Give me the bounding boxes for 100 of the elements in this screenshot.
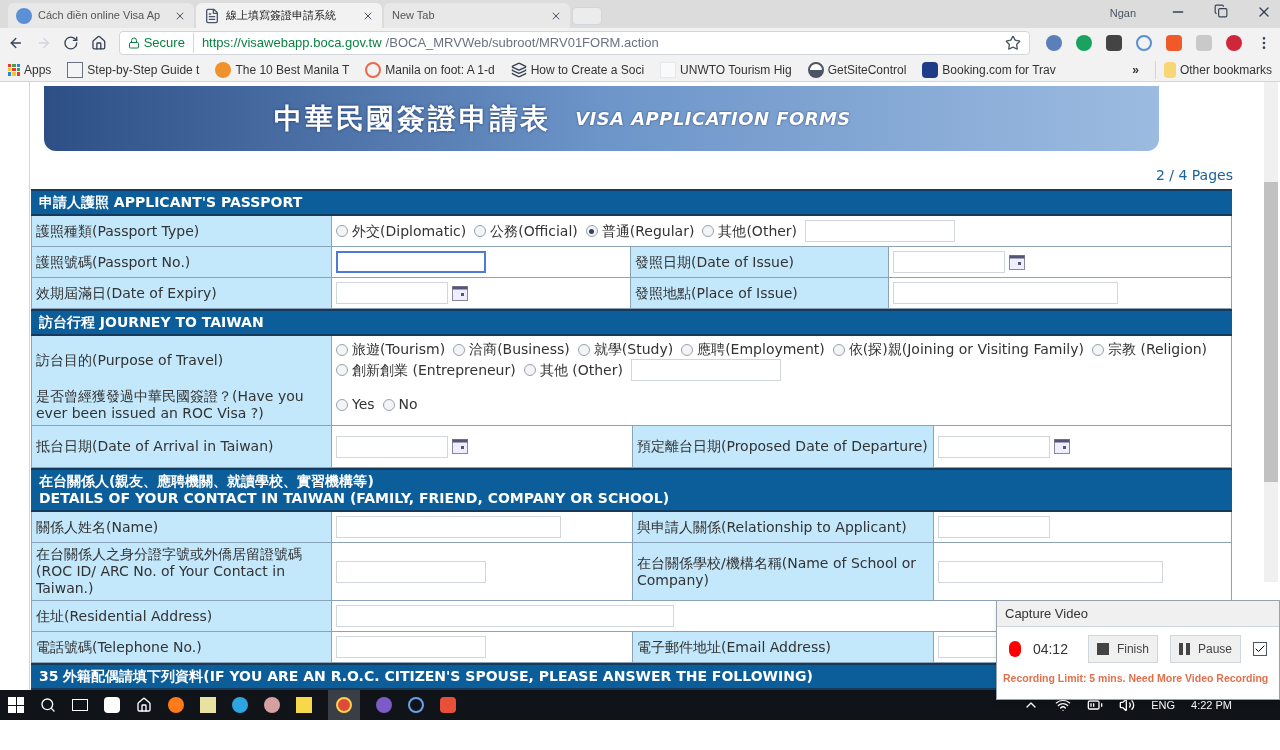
- secure-label: Secure: [143, 33, 194, 53]
- calendar-icon[interactable]: [1009, 254, 1025, 270]
- radio-button[interactable]: [453, 343, 466, 356]
- bookmark-item[interactable]: GetSiteControl: [807, 60, 907, 79]
- browser-tab[interactable]: 線上填寫簽證申請系統: [196, 3, 382, 28]
- clock[interactable]: 4:22 PM: [1191, 696, 1232, 714]
- extension-icon[interactable]: [1226, 35, 1242, 51]
- bookmark-item[interactable]: UNWTO Tourism Hig: [660, 60, 792, 79]
- radio-option[interactable]: 其他 (Other): [523, 360, 623, 380]
- extension-icon[interactable]: [1166, 35, 1182, 51]
- input-field[interactable]: [336, 251, 486, 273]
- volume-icon[interactable]: [1119, 697, 1136, 713]
- page-indicator: 2 / 4 Pages: [1155, 166, 1233, 185]
- radio-option[interactable]: 普通(Regular): [585, 221, 695, 241]
- pause-button[interactable]: Pause: [1169, 635, 1241, 663]
- radio-button[interactable]: [474, 225, 487, 237]
- calendar-icon[interactable]: [452, 439, 468, 454]
- bookmark-item[interactable]: Booking.com for Trav: [922, 60, 1056, 79]
- radio-option[interactable]: No: [382, 395, 418, 414]
- checkbox[interactable]: [1253, 642, 1267, 656]
- app-icon[interactable]: [440, 697, 456, 713]
- radio-button[interactable]: [577, 343, 590, 356]
- wifi-icon[interactable]: [1055, 697, 1072, 713]
- task-view-icon[interactable]: [72, 699, 88, 711]
- back-icon[interactable]: [8, 35, 24, 51]
- radio-button[interactable]: [681, 343, 694, 356]
- language-indicator[interactable]: ENG: [1151, 696, 1176, 714]
- radio-button[interactable]: [382, 398, 395, 411]
- app-icon[interactable]: [328, 690, 360, 720]
- radio-option[interactable]: 依(探)親(Joining or Visiting Family): [832, 340, 1084, 359]
- radio-button[interactable]: [1091, 343, 1104, 356]
- profile-name[interactable]: Ngan: [1109, 5, 1136, 22]
- calendar-icon[interactable]: [1054, 439, 1070, 454]
- bookmark-item[interactable]: The 10 Best Manila T: [215, 60, 350, 79]
- radio-option[interactable]: Yes: [336, 395, 375, 414]
- search-icon[interactable]: [40, 697, 56, 713]
- radio-button[interactable]: [336, 343, 348, 356]
- field-label: 發照地點(Place of Issue): [631, 278, 889, 309]
- app-icon[interactable]: [168, 697, 184, 713]
- field-label: 效期屆滿日(Date of Expiry): [32, 278, 332, 309]
- folder-icon: [1163, 61, 1176, 78]
- radio-button[interactable]: [702, 225, 715, 237]
- bookmark-item[interactable]: Manila on foot: A 1-d: [365, 60, 495, 79]
- radio-button[interactable]: [832, 343, 845, 356]
- browser-tab[interactable]: Cách điền online Visa Ap: [8, 3, 194, 28]
- bookmark-item[interactable]: How to Create a Soci: [510, 60, 645, 79]
- recording-time: 04:12: [1032, 639, 1068, 659]
- home-icon[interactable]: [91, 35, 107, 51]
- restore-icon[interactable]: [1214, 4, 1228, 18]
- app-icon[interactable]: [376, 697, 392, 713]
- windows-logo-icon[interactable]: [8, 697, 24, 713]
- scrollbar[interactable]: [1264, 82, 1278, 582]
- section-header: 在台關係人(親友、應聘機關、就讀學校、實習機構等) DETAILS OF YOUR CONTACT IN TAIWAN (FAMILY, FRIEND, COMPANY OR SCHOOL): [31, 468, 1232, 512]
- url-host: https://visawebapp.boca.gov.tw: [200, 34, 382, 53]
- field-label: 抵台日期(Date of Arrival in Taiwan): [32, 426, 332, 468]
- bookmark-folder[interactable]: Other bookmarks: [1154, 60, 1272, 79]
- extension-icon[interactable]: [1136, 35, 1152, 51]
- app-icon[interactable]: [104, 697, 120, 713]
- field-label: 護照號碼(Passport No.): [32, 247, 332, 278]
- radio-option[interactable]: 旅遊(Tourism): [336, 340, 446, 359]
- radio-button[interactable]: [523, 364, 536, 376]
- battery-icon[interactable]: [1087, 697, 1104, 713]
- section-header: 訪台行程 JOURNEY TO TAIWAN: [31, 309, 1232, 336]
- radio-option[interactable]: 其他(Other): [702, 221, 798, 241]
- reload-icon[interactable]: [63, 35, 79, 51]
- section-header: 申請人護照 APPLICANT'S PASSPORT: [31, 189, 1232, 216]
- favicon-icon: [215, 61, 232, 78]
- site-favicon-icon: [16, 7, 32, 24]
- radio-option[interactable]: 創新創業 (Entrepreneur): [336, 360, 516, 380]
- app-icon[interactable]: [232, 697, 248, 713]
- extension-icon[interactable]: [1046, 35, 1062, 51]
- extension-icon[interactable]: [1076, 35, 1092, 51]
- radio-option[interactable]: 應聘(Employment): [681, 340, 825, 359]
- radio-button[interactable]: [336, 398, 348, 411]
- extension-icon[interactable]: [1106, 35, 1122, 51]
- radio-option[interactable]: 洽商(Business): [453, 340, 570, 359]
- finish-button[interactable]: Finish: [1087, 635, 1158, 663]
- banner-title: 中華民國簽證申請表: [274, 100, 552, 137]
- favicon-icon: [365, 61, 382, 78]
- radio-button[interactable]: [585, 225, 598, 237]
- field-label: 是否曾經獲發過中華民國簽證？(Have you ever been issued an ROC Visa ?): [32, 384, 332, 426]
- radio-option[interactable]: 外交(Diplomatic): [336, 221, 467, 241]
- radio-button[interactable]: [336, 225, 348, 237]
- radio-option[interactable]: 就學(Study): [577, 340, 674, 359]
- radio-option[interactable]: 宗教 (Religion): [1091, 340, 1208, 359]
- bookmark-star-icon[interactable]: [1005, 35, 1021, 51]
- page-icon: [204, 7, 220, 24]
- browser-tab[interactable]: New Tab: [384, 3, 570, 28]
- more-bookmarks-button[interactable]: »: [1132, 60, 1139, 79]
- bookmark-item[interactable]: Apps: [8, 60, 52, 79]
- favicon-icon: [807, 61, 824, 78]
- field-label: 護照種類(Passport Type): [32, 216, 332, 247]
- radio-option[interactable]: 公務(Official): [474, 221, 578, 241]
- bookmark-item[interactable]: Step-by-Step Guide t: [67, 60, 200, 79]
- field-label: 發照日期(Date of Issue): [631, 247, 889, 278]
- radio-button[interactable]: [336, 364, 348, 376]
- calendar-icon[interactable]: [452, 285, 468, 301]
- address-bar[interactable]: Secure https://visawebapp.boca.gov.tw /BOCA_MRVWeb/subroot/MRV01FORM.action: [118, 31, 1030, 55]
- app-icon[interactable]: [408, 697, 424, 713]
- app-icon[interactable]: [264, 697, 280, 713]
